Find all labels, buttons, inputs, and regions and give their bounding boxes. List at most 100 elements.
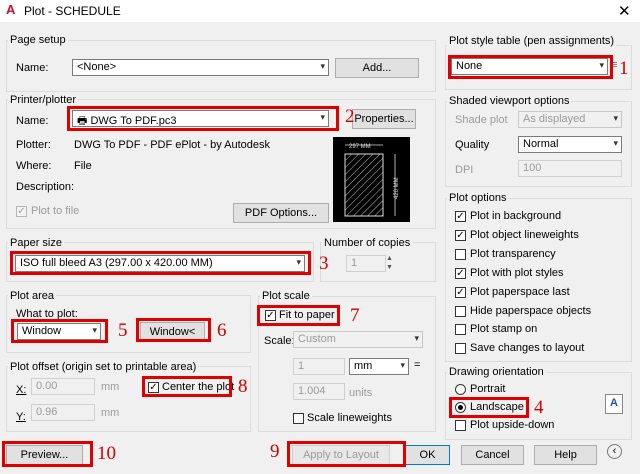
help-button[interactable]: Help [534, 445, 597, 465]
apply-to-layout-button[interactable]: Apply to Layout [292, 445, 390, 465]
annotation-number-10: 10 [97, 443, 116, 464]
plot-option-label: Plot in background [470, 210, 562, 222]
printer-name-select[interactable]: 🖶 DWG To PDF.pc3 ▾ [72, 110, 329, 127]
offset-y-label: Y: [16, 411, 26, 423]
preview-width-label: 297 MM [349, 144, 371, 150]
fit-to-paper-label: Fit to paper [279, 309, 335, 321]
chevron-down-icon: ▾ [320, 112, 325, 122]
plot-style-select[interactable]: None ▾ [451, 58, 608, 75]
printer-name-value: DWG To PDF.pc3 [90, 115, 177, 127]
quality-value: Normal [523, 138, 559, 150]
quality-select[interactable]: Normal ▾ [518, 136, 622, 153]
copies-input[interactable]: 1 [346, 255, 386, 272]
chevron-down-icon: ▾ [296, 257, 301, 267]
shade-plot-select[interactable]: As displayed ▾ [518, 111, 622, 128]
chevron-down-icon: ▾ [320, 61, 325, 71]
window-pick-button[interactable]: Window< [140, 322, 205, 342]
plot-option-checkbox[interactable]: ✓ [455, 211, 466, 222]
plot-option-checkbox[interactable]: ✓ [455, 286, 466, 298]
dpi-label: DPI [455, 164, 474, 176]
plot-to-file-checkbox[interactable]: ✓ [16, 206, 27, 217]
scale-lineweights-checkbox[interactable] [293, 413, 304, 424]
plot-scale-label: Plot scale [260, 290, 312, 302]
offset-y-input[interactable]: 0.96 [31, 404, 95, 421]
pdf-options-button[interactable]: PDF Options... [233, 203, 329, 223]
scale-unit-select[interactable]: mm ▾ [349, 358, 409, 375]
offset-x-input[interactable]: 0.00 [31, 378, 95, 395]
scale-equals: = [414, 359, 421, 371]
plot-option-label: Plot stamp on [470, 323, 538, 336]
scale-label: Scale: [264, 335, 295, 347]
what-to-plot-select[interactable]: Window ▾ [17, 323, 101, 340]
annotation-number-4: 4 [534, 397, 544, 418]
chevron-down-icon: ▾ [414, 333, 419, 343]
scale-value: Custom [298, 333, 336, 345]
annotation-number-7: 7 [350, 305, 360, 326]
portrait-radio[interactable] [455, 384, 466, 395]
paper-preview-drawing: 297 MM 420 MM [344, 144, 400, 217]
annotation-number-9: 9 [270, 441, 280, 462]
window-title: Plot - SCHEDULE [24, 4, 121, 18]
plot-option-label: Plot object lineweights [470, 228, 579, 241]
plot-option-checkbox[interactable] [455, 324, 466, 336]
plot-option-checkbox[interactable] [455, 305, 466, 317]
printer-properties-button[interactable]: Properties... [352, 109, 416, 129]
center-plot-checkbox[interactable]: ✓ [148, 382, 159, 393]
close-icon[interactable]: ✕ [618, 2, 631, 20]
fit-to-paper-checkbox[interactable]: ✓ [265, 310, 276, 321]
plot-option-checkbox[interactable]: ✓ [455, 229, 466, 241]
offset-x-label: X: [16, 384, 27, 396]
plot-offset-group [6, 366, 251, 432]
paper-size-select[interactable]: ISO full bleed A3 (297.00 x 420.00 MM) ▾ [15, 255, 305, 272]
plot-option-label: Save changes to layout [470, 342, 585, 355]
scale-unit-value: mm [354, 360, 373, 372]
collapse-icon[interactable]: ‹ [607, 444, 622, 459]
copies-spinner-icon[interactable]: ▲ ▼ [386, 254, 393, 272]
printer-name-label: Name: [16, 115, 49, 127]
what-to-plot-value: Window [22, 325, 62, 337]
plot-option-checkbox[interactable]: ✓ [455, 267, 466, 279]
offset-y-unit: mm [101, 407, 120, 419]
plot-options-group [445, 198, 632, 362]
add-page-setup-button[interactable]: Add... [335, 58, 419, 78]
paper-size-label: Paper size [8, 237, 64, 249]
description-label: Description: [16, 181, 75, 193]
landscape-orientation-icon: A [605, 394, 623, 414]
edit-plot-style-icon[interactable]: ≡ [611, 59, 617, 71]
scale-select[interactable]: Custom ▾ [293, 331, 423, 348]
plot-option-label: Plot transparency [470, 247, 556, 260]
what-to-plot-label: What to plot: [16, 308, 78, 320]
shaded-viewport-label: Shaded viewport options [447, 95, 572, 107]
scale-value1-input[interactable]: 1 [293, 358, 345, 375]
chevron-down-icon: ▾ [613, 113, 618, 123]
plot-option-checkbox[interactable] [455, 343, 466, 355]
annotation-number-1: 1 [619, 58, 629, 79]
shade-plot-value: As displayed [523, 113, 586, 125]
scale-lineweights-label: Scale lineweights [307, 412, 392, 424]
autocad-logo-icon: A [6, 2, 16, 17]
cancel-button[interactable]: Cancel [461, 445, 524, 465]
chevron-down-icon: ▾ [92, 325, 97, 335]
printer-group-label: Printer/plotter [8, 94, 79, 106]
plotter-value: DWG To PDF - PDF ePlot - by Autodesk [74, 139, 271, 151]
title-bar: A Plot - SCHEDULE ✕ [0, 0, 640, 22]
annotation-number-6: 6 [217, 320, 227, 341]
preview-button[interactable]: Preview... [6, 445, 83, 465]
orientation-label: Drawing orientation [447, 366, 546, 378]
page-setup-name-value: <None> [77, 61, 117, 73]
ok-button[interactable]: OK [405, 445, 450, 465]
plot-option-checkbox[interactable] [455, 248, 466, 260]
plot-option-label: Plot paperspace last [470, 285, 570, 298]
center-plot-label: Center the plot [162, 381, 235, 393]
landscape-radio[interactable] [455, 402, 466, 413]
number-of-copies-label: Number of copies [322, 237, 413, 249]
scale-value2-input[interactable]: 1.004 [293, 383, 345, 400]
annotation-number-8: 8 [238, 376, 248, 397]
plot-to-file-label: Plot to file [31, 205, 80, 217]
page-setup-name-select[interactable]: <None> ▾ [72, 59, 329, 76]
offset-x-unit: mm [101, 381, 120, 393]
upside-down-checkbox[interactable] [455, 420, 466, 431]
dpi-input[interactable]: 100 [518, 160, 622, 177]
plot-option-label: Hide paperspace objects [470, 304, 592, 317]
paper-size-value: ISO full bleed A3 (297.00 x 420.00 MM) [20, 257, 213, 269]
